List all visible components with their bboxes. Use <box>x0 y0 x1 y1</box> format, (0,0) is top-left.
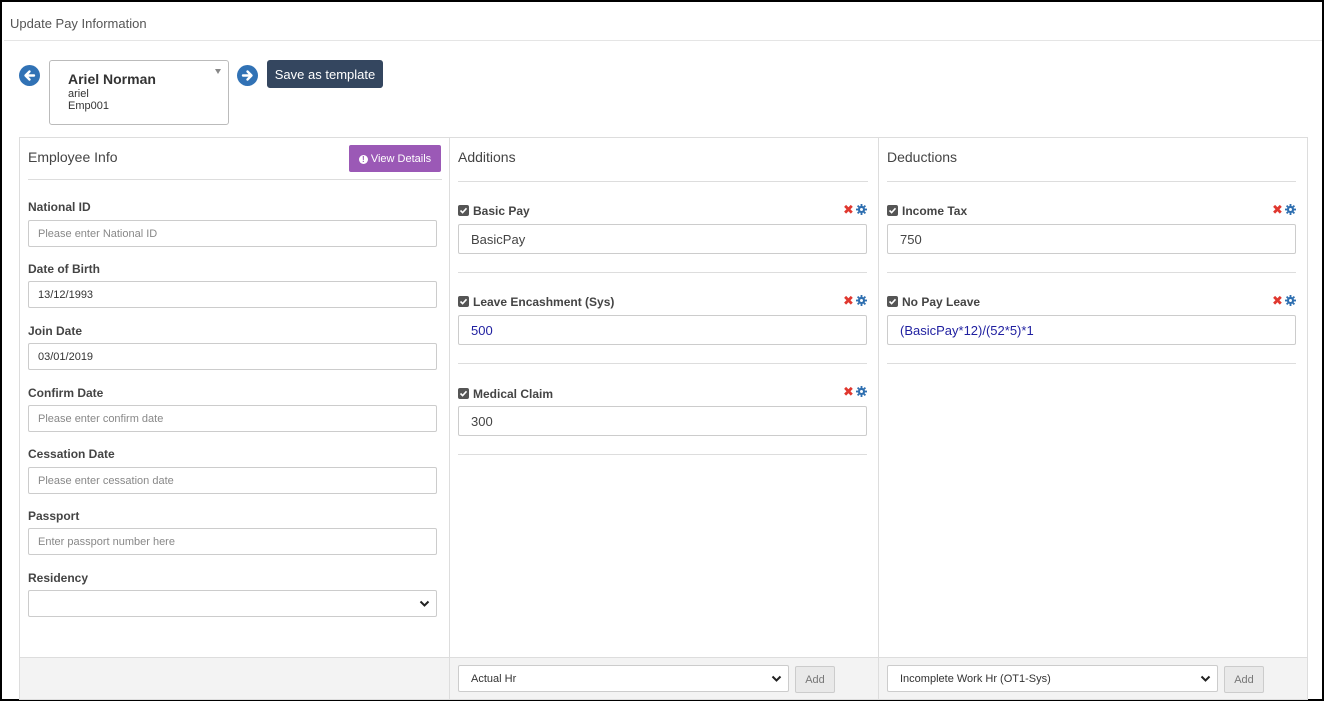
confirm-date-label: Confirm Date <box>28 386 104 400</box>
checkbox-checked-icon <box>888 207 897 214</box>
gear-icon[interactable] <box>1285 204 1296 215</box>
view-details-label: View Details <box>370 152 432 165</box>
income-tax-input[interactable] <box>887 224 1296 254</box>
employee-info-title: Employee Info <box>28 149 118 165</box>
confirm-date-input[interactable] <box>28 405 437 432</box>
additions-footer: Actual Hr Add <box>450 657 878 699</box>
title-divider <box>4 40 1322 41</box>
gear-icon[interactable] <box>856 295 867 306</box>
employee-info-footer <box>20 657 449 699</box>
chevron-down-icon <box>419 600 430 607</box>
leave-encashment-checkbox[interactable] <box>458 296 469 307</box>
addition-type-value: Actual Hr <box>471 673 517 685</box>
no-pay-leave-input[interactable] <box>887 315 1296 345</box>
medical-claim-input[interactable] <box>458 406 867 436</box>
employee-name: Ariel Norman <box>68 71 156 87</box>
close-icon[interactable]: ✖ <box>1272 294 1283 307</box>
chevron-down-icon <box>771 675 782 682</box>
join-date-label: Join Date <box>28 324 83 338</box>
deductions-panel: Deductions Income Tax ✖ No Pay Leave ✖ <box>879 138 1307 699</box>
caret-down-icon <box>215 69 221 74</box>
deduction-type-value: Incomplete Work Hr (OT1-Sys) <box>900 673 1051 685</box>
basic-pay-checkbox[interactable] <box>458 205 469 216</box>
item-divider <box>887 272 1296 273</box>
checkbox-checked-icon <box>459 298 468 305</box>
view-details-button[interactable]: ! View Details <box>349 145 441 172</box>
basic-pay-label: Basic Pay <box>473 204 530 218</box>
item-divider <box>458 363 867 364</box>
close-icon[interactable]: ✖ <box>1272 203 1283 216</box>
window-frame: Update Pay Information Ariel Norman arie… <box>0 0 1324 701</box>
medical-claim-label: Medical Claim <box>473 387 554 401</box>
info-circle-icon: ! <box>358 154 368 164</box>
panel-divider <box>28 179 442 180</box>
leave-encashment-input[interactable] <box>458 315 867 345</box>
national-id-label: National ID <box>28 200 91 214</box>
item-divider <box>458 454 867 455</box>
no-pay-leave-label: No Pay Leave <box>902 295 981 309</box>
checkbox-checked-icon <box>888 298 897 305</box>
cessation-date-input[interactable] <box>28 467 437 494</box>
additions-panel: Additions Basic Pay ✖ Leave Encashment (… <box>450 138 879 699</box>
close-icon[interactable]: ✖ <box>843 294 854 307</box>
page-title: Update Pay Information <box>10 16 147 31</box>
date-of-birth-input[interactable] <box>28 281 437 308</box>
close-icon[interactable]: ✖ <box>843 385 854 398</box>
additions-title: Additions <box>458 149 516 165</box>
save-as-template-button[interactable]: Save as template <box>267 60 383 88</box>
gear-icon[interactable] <box>1285 295 1296 306</box>
add-deduction-button[interactable]: Add <box>1224 666 1264 693</box>
basic-pay-input[interactable] <box>458 224 867 254</box>
employee-code: Emp001 <box>68 100 109 112</box>
deductions-footer: Incomplete Work Hr (OT1-Sys) Add <box>879 657 1307 699</box>
checkbox-checked-icon <box>459 207 468 214</box>
gear-icon[interactable] <box>856 204 867 215</box>
checkbox-checked-icon <box>459 390 468 397</box>
panel-divider <box>887 181 1296 182</box>
arrow-circle-right-icon <box>241 70 253 81</box>
employee-selector[interactable]: Ariel Norman ariel Emp001 <box>49 60 229 125</box>
employee-info-panel: Employee Info ! View Details National ID … <box>20 138 450 699</box>
medical-claim-checkbox[interactable] <box>458 388 469 399</box>
income-tax-checkbox[interactable] <box>887 205 898 216</box>
passport-input[interactable] <box>28 528 437 555</box>
pay-panels: Employee Info ! View Details National ID … <box>19 137 1308 700</box>
chevron-down-icon <box>1200 675 1211 682</box>
income-tax-label: Income Tax <box>902 204 968 218</box>
join-date-input[interactable] <box>28 343 437 370</box>
prev-employee-button[interactable] <box>19 65 40 86</box>
arrow-circle-left-icon <box>24 70 36 81</box>
add-addition-button[interactable]: Add <box>795 666 835 693</box>
deductions-title: Deductions <box>887 149 958 165</box>
addition-type-select[interactable]: Actual Hr <box>458 665 789 692</box>
gear-icon[interactable] <box>856 386 867 397</box>
panel-divider <box>458 181 868 182</box>
item-divider <box>887 363 1296 364</box>
residency-label: Residency <box>28 571 89 585</box>
leave-encashment-label: Leave Encashment (Sys) <box>473 295 615 309</box>
passport-label: Passport <box>28 509 80 523</box>
next-employee-button[interactable] <box>237 65 258 86</box>
item-divider <box>458 272 867 273</box>
close-icon[interactable]: ✖ <box>843 203 854 216</box>
deduction-type-select[interactable]: Incomplete Work Hr (OT1-Sys) <box>887 665 1218 692</box>
employee-username: ariel <box>68 88 89 100</box>
no-pay-leave-checkbox[interactable] <box>887 296 898 307</box>
date-of-birth-label: Date of Birth <box>28 262 100 276</box>
national-id-input[interactable] <box>28 220 437 247</box>
residency-select[interactable] <box>28 590 437 617</box>
cessation-date-label: Cessation Date <box>28 447 115 461</box>
